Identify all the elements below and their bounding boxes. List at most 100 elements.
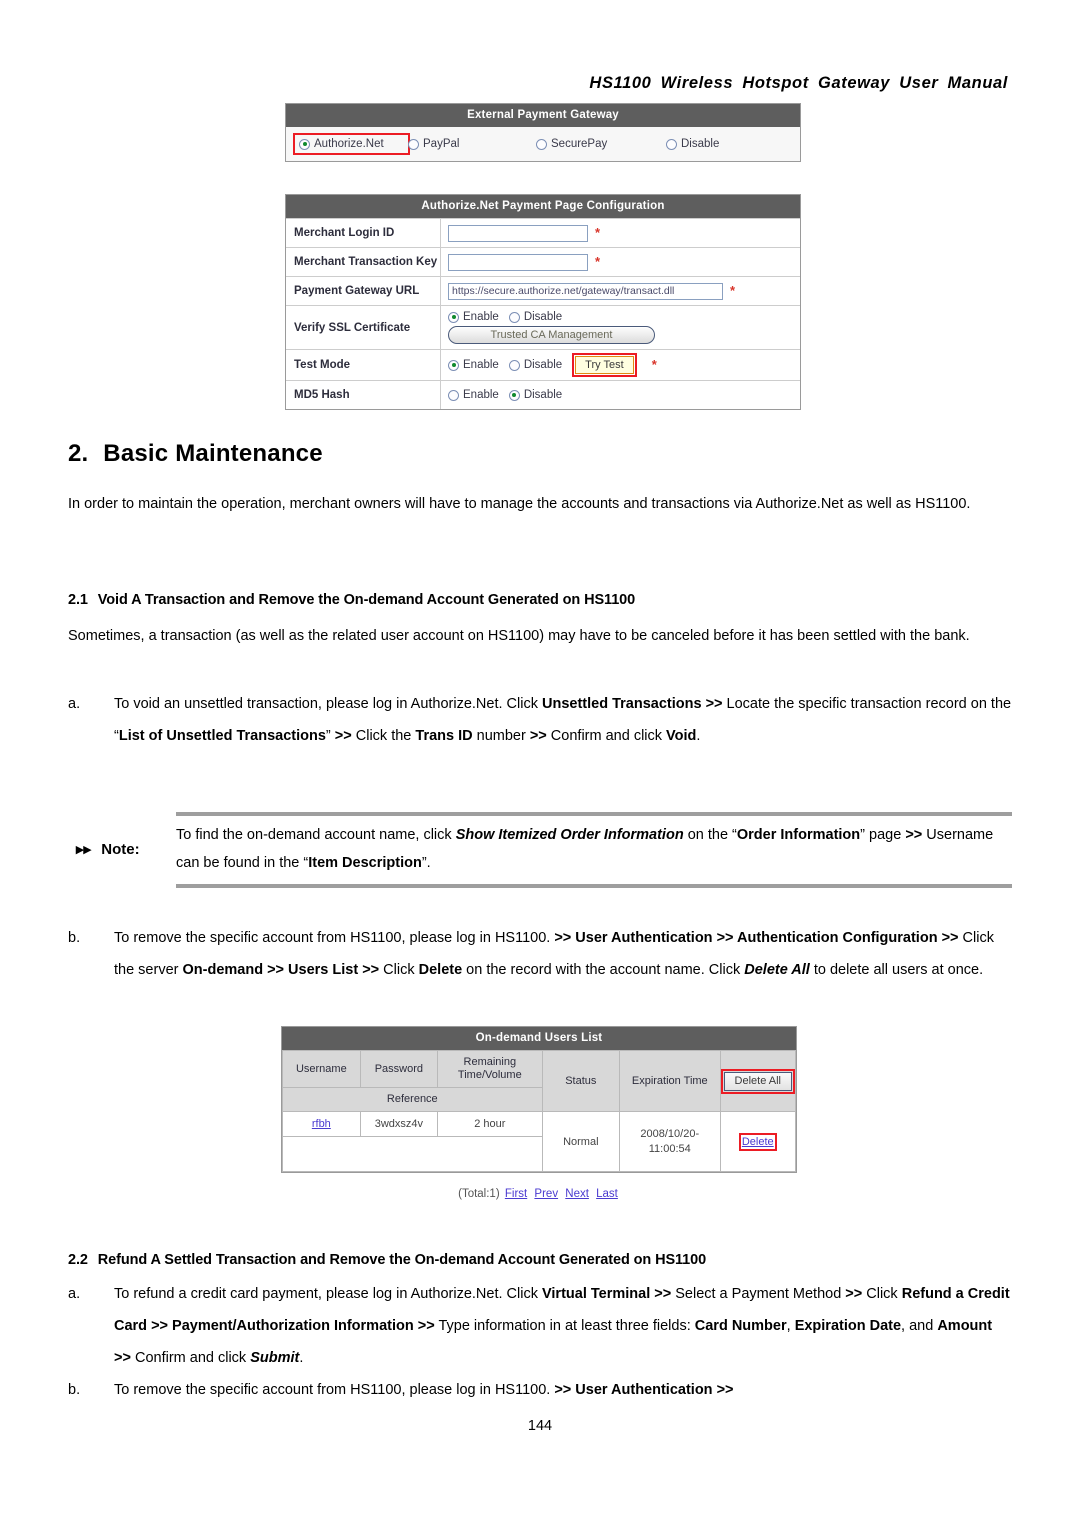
cell-status: Normal: [541, 1111, 621, 1172]
md5-hash-disable-label: Disable: [523, 389, 563, 401]
username-link[interactable]: rfbh: [312, 1118, 331, 1130]
pager-first-link[interactable]: First: [505, 1188, 527, 1200]
try-test-button[interactable]: Try Test: [575, 356, 634, 374]
test-mode-enable-label: Enable: [463, 359, 499, 371]
gateway-option-disable[interactable]: Disable: [666, 138, 719, 150]
md5-hash-enable-option[interactable]: Enable: [448, 389, 499, 401]
value-test-mode: Enable Disable Try Test *: [441, 350, 800, 380]
list-item-body: To refund a credit card payment, please …: [114, 1286, 1010, 1366]
delete-link[interactable]: Delete: [742, 1136, 774, 1148]
test-mode-disable-label: Disable: [523, 359, 563, 371]
config-row-verify-ssl-certificate: Verify SSL Certificate Enable Disable Tr…: [286, 305, 800, 349]
section-2-number: 2.: [68, 440, 89, 467]
gateway-option-label: PayPal: [423, 138, 460, 150]
section-2-1-title: Void A Transaction and Remove the On-dem…: [97, 592, 636, 608]
note-text: To find the on-demand account name, clic…: [176, 827, 994, 871]
verify-ssl-enable-option[interactable]: Enable: [448, 311, 499, 323]
radio-icon-paypal[interactable]: [408, 138, 419, 150]
header-delete-all-cell: Delete All: [719, 1050, 797, 1112]
merchant-login-id-input[interactable]: [448, 224, 588, 242]
list-marker: a.: [68, 1286, 81, 1302]
list-marker: a.: [68, 696, 81, 712]
config-row-merchant-login-id: Merchant Login ID *: [286, 218, 800, 247]
config-row-payment-gateway-url: Payment Gateway URL https://secure.autho…: [286, 276, 800, 305]
list-item-2-1-b: b. To remove the specific account from H…: [68, 922, 1012, 986]
gateway-option-authorize-net[interactable]: Authorize.Net: [293, 133, 410, 155]
radio-icon-test-mode-enable[interactable]: [448, 359, 459, 371]
section-2-1-lead-paragraph: Sometimes, a transaction (as well as the…: [68, 628, 970, 644]
section-2-title: Basic Maintenance: [103, 440, 323, 467]
header-status: Status: [541, 1050, 621, 1112]
list-marker: b.: [68, 1382, 81, 1398]
cell-username: rfbh: [282, 1111, 361, 1137]
cell-reference: [282, 1136, 543, 1172]
table-row: rfbh 3wdxsz4v 2 hour Normal 2008/10/20-1…: [282, 1111, 797, 1172]
note-label-text: Note:: [101, 841, 140, 858]
required-asterisk: *: [595, 225, 601, 240]
verify-ssl-enable-label: Enable: [463, 311, 499, 323]
merchant-transaction-key-input[interactable]: [448, 253, 588, 271]
config-row-md5-hash: MD5 Hash Enable Disable: [286, 380, 800, 409]
header-username: Username: [282, 1050, 361, 1088]
trusted-ca-management-button[interactable]: Trusted CA Management: [448, 326, 655, 344]
radio-icon-test-mode-disable[interactable]: [508, 359, 520, 371]
verify-ssl-disable-option[interactable]: Disable: [508, 311, 563, 323]
delete-all-button[interactable]: Delete All: [723, 1071, 792, 1091]
test-mode-enable-option[interactable]: Enable: [448, 359, 499, 371]
test-mode-disable-option[interactable]: Disable: [508, 359, 563, 371]
value-md5-hash: Enable Disable: [441, 381, 800, 409]
section-2-heading: 2. Basic Maintenance: [68, 440, 323, 468]
section-2-2-title: Refund A Settled Transaction and Remove …: [97, 1252, 707, 1268]
label-merchant-transaction-key: Merchant Transaction Key: [286, 248, 441, 276]
section-2-2-heading: 2.2 Refund A Settled Transaction and Rem…: [68, 1252, 706, 1268]
pager-prev-link[interactable]: Prev: [534, 1188, 558, 1200]
gateway-option-securepay[interactable]: SecurePay: [536, 138, 666, 150]
verify-ssl-disable-label: Disable: [523, 311, 563, 323]
cell-expiration-time: 2008/10/20-11:00:54: [619, 1111, 721, 1172]
on-demand-users-list-panel: On-demand Users List Username Password R…: [281, 1026, 797, 1173]
gateway-options-row: Authorize.Net PayPal SecurePay Disable: [286, 127, 800, 161]
gateway-option-paypal[interactable]: PayPal: [408, 138, 536, 150]
authorize-net-config-panel: Authorize.Net Payment Page Configuration…: [285, 194, 801, 410]
table-header-row-1: Username Password Remaining Time/Volume …: [282, 1050, 797, 1112]
note-bottom-rule: [176, 884, 1012, 888]
users-list-pager: (Total:1) First Prev Next Last: [281, 1188, 797, 1200]
gateway-option-label: Disable: [681, 138, 720, 150]
list-item-2-1-a: a. To void an unsettled transaction, ple…: [68, 688, 1012, 752]
cell-delete: Delete: [719, 1111, 797, 1172]
header-reference: Reference: [282, 1087, 543, 1112]
radio-icon-md5-hash-disable[interactable]: [508, 389, 520, 401]
on-demand-users-list-title: On-demand Users List: [282, 1027, 796, 1050]
label-payment-gateway-url: Payment Gateway URL: [286, 277, 441, 305]
delete-highlight: Delete: [738, 1132, 777, 1151]
authorize-net-config-title: Authorize.Net Payment Page Configuration: [286, 195, 800, 218]
label-test-mode: Test Mode: [286, 350, 441, 380]
radio-icon-securepay[interactable]: [536, 138, 547, 150]
radio-icon-authorize-net[interactable]: [299, 138, 310, 150]
external-payment-gateway-panel: External Payment Gateway Authorize.Net P…: [285, 103, 801, 162]
radio-icon-verify-ssl-enable[interactable]: [448, 311, 459, 323]
config-row-merchant-transaction-key: Merchant Transaction Key *: [286, 247, 800, 276]
radio-icon-md5-hash-enable[interactable]: [448, 389, 459, 401]
required-asterisk: *: [730, 283, 736, 298]
list-item-2-2-b: b. To remove the specific account from H…: [68, 1374, 1012, 1406]
payment-gateway-url-input[interactable]: https://secure.authorize.net/gateway/tra…: [448, 282, 723, 300]
md5-hash-disable-option[interactable]: Disable: [508, 389, 563, 401]
pager-last-link[interactable]: Last: [596, 1188, 618, 1200]
md5-hash-radio-group: Enable Disable: [448, 389, 562, 401]
delete-all-highlight: Delete All: [720, 1068, 796, 1094]
pager-next-link[interactable]: Next: [565, 1188, 589, 1200]
note-bullet-icon: ▸▸: [76, 841, 92, 858]
radio-icon-verify-ssl-disable[interactable]: [508, 311, 520, 323]
md5-hash-enable-label: Enable: [463, 389, 499, 401]
required-asterisk: *: [595, 254, 601, 269]
radio-icon-disable[interactable]: [666, 138, 677, 150]
verify-ssl-radio-group: Enable Disable: [448, 311, 562, 323]
header-expiration-time: Expiration Time: [619, 1050, 721, 1112]
note-inner: ▸▸ Note: To find the on-demand account n…: [68, 816, 1012, 884]
list-item-body: To remove the specific account from HS11…: [114, 1382, 734, 1398]
list-item-body: To void an unsettled transaction, please…: [114, 696, 1012, 744]
try-test-highlight: Try Test: [572, 353, 637, 377]
gateway-option-label: SecurePay: [551, 138, 608, 150]
list-item-body: To remove the specific account from HS11…: [114, 930, 994, 978]
